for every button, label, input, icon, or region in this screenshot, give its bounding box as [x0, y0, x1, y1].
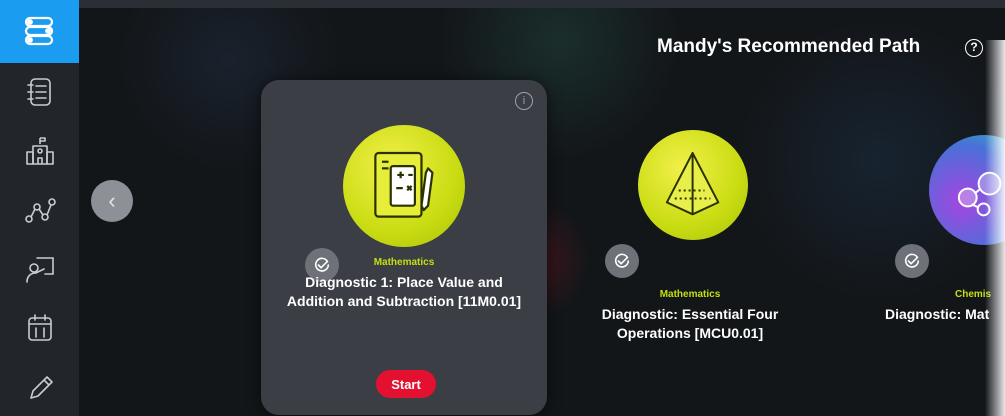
- math-worksheet-icon: [374, 151, 434, 218]
- calendar-icon: [27, 313, 52, 341]
- top-strip: [79, 0, 1005, 8]
- page-title: Mandy's Recommended Path: [657, 36, 921, 57]
- right-fade-overlay: [985, 40, 1005, 416]
- course-subject: Mathematics: [373, 257, 435, 268]
- network-icon: [24, 198, 56, 223]
- pencil-icon: [29, 375, 53, 399]
- main-area: Mandy's Recommended Path ? ‹ i Mathemati…: [79, 0, 1005, 416]
- course-card[interactable]: i Mathematics Diagnostic 1: Place Value …: [261, 80, 547, 415]
- sidebar: [0, 0, 79, 416]
- pyramid-icon: [666, 152, 720, 216]
- notebook-icon: [26, 78, 51, 106]
- completion-check-icon: [895, 244, 929, 278]
- path-icon: [24, 17, 53, 46]
- course-art: [343, 125, 465, 247]
- school-icon: [25, 137, 54, 165]
- sidebar-item-school[interactable]: [0, 122, 79, 181]
- sidebar-item-network[interactable]: [0, 180, 79, 239]
- course-card[interactable]: Chemis Diagnostic: Mat: [835, 80, 1005, 415]
- course-title: Diagnostic: Essential Four Operations [M…: [601, 306, 779, 341]
- course-subject: Mathematics: [659, 289, 721, 300]
- course-art: [638, 130, 748, 240]
- sidebar-item-notebook[interactable]: [0, 63, 79, 122]
- help-icon[interactable]: ?: [965, 39, 983, 57]
- sidebar-item-teacher[interactable]: [0, 239, 79, 298]
- sidebar-item-path[interactable]: [0, 0, 79, 63]
- course-card[interactable]: Mathematics Diagnostic: Essential Four O…: [547, 80, 833, 415]
- completion-check-icon: [605, 244, 639, 278]
- teacher-board-icon: [25, 256, 54, 283]
- sidebar-item-calendar[interactable]: [0, 298, 79, 357]
- carousel-prev-button[interactable]: ‹: [91, 180, 133, 222]
- start-button[interactable]: Start: [376, 370, 436, 398]
- info-icon[interactable]: i: [515, 92, 533, 110]
- course-title: Diagnostic 1: Place Value and Addition a…: [286, 274, 522, 309]
- sidebar-item-pencil[interactable]: [0, 357, 79, 416]
